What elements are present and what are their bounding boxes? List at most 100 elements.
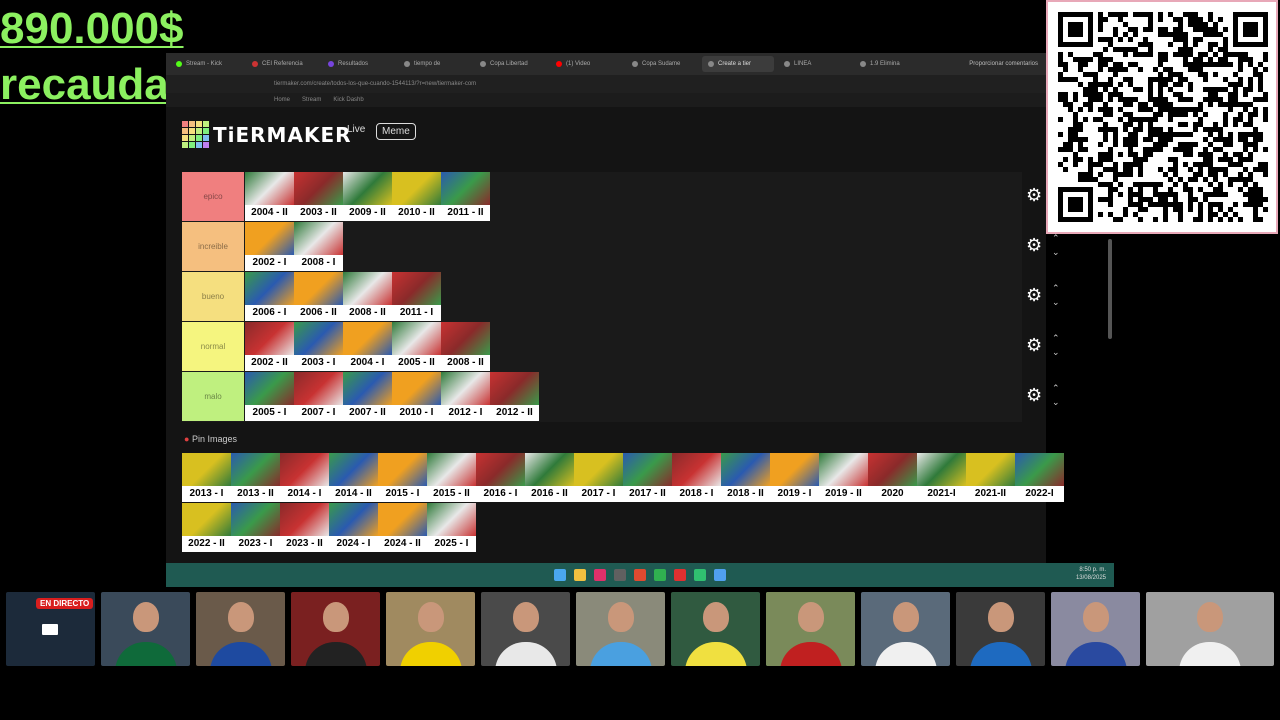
chevron-up-icon[interactable]: ⌃ [1052,334,1060,343]
windows-start-icon[interactable] [554,569,566,581]
tiktok-icon[interactable] [594,569,606,581]
tier-item-card[interactable]: 2005 - II [392,322,441,371]
chevron-up-icon[interactable]: ⌃ [1052,384,1060,393]
tier-item-card[interactable]: 2015 - I [378,453,427,502]
tier-item-card[interactable]: 2022-I [1015,453,1064,502]
webcam-tile[interactable] [671,592,760,666]
tier-item-card[interactable]: 2022 - II [182,503,231,552]
tier-label[interactable]: epico [182,172,244,221]
browser-tab[interactable]: Resultados [322,56,394,72]
tier-label[interactable]: bueno [182,272,244,321]
browser-tab[interactable]: (1) Video [550,56,622,72]
webcam-tile[interactable] [1051,592,1140,666]
file-explorer-icon[interactable] [574,569,586,581]
webcam-tile[interactable] [101,592,190,666]
tier-item-card[interactable]: 2017 - II [623,453,672,502]
pin-images-label[interactable]: ● Pin Images [184,434,237,444]
tier-item-card[interactable]: 2021-II [966,453,1015,502]
tier-item-card[interactable]: 2003 - I [294,322,343,371]
tier-item-card[interactable]: 2023 - II [280,503,329,552]
feedback-button[interactable]: Proporcionar comentarios [969,61,1038,67]
tier-label[interactable]: increible [182,222,244,271]
gear-icon[interactable]: ⚙ [1026,186,1042,204]
tier-item-card[interactable]: 2013 - II [231,453,280,502]
gear-icon[interactable]: ⚙ [1026,286,1042,304]
tier-item-card[interactable]: 2017 - I [574,453,623,502]
tier-item-card[interactable]: 2010 - I [392,372,441,421]
tier-item-card[interactable]: 2014 - I [280,453,329,502]
app-blue-icon[interactable] [714,569,726,581]
tier-item-card[interactable]: 2024 - I [329,503,378,552]
gear-icon[interactable]: ⚙ [1026,236,1042,254]
tier-item-card[interactable]: 2011 - I [392,272,441,321]
tier-item-card[interactable]: 2012 - I [441,372,490,421]
tier-item-card[interactable]: 2016 - I [476,453,525,502]
browser-tab[interactable]: 1.9 Elimina [854,56,926,72]
tier-item-card[interactable]: 2009 - II [343,172,392,221]
tier-item-card[interactable]: 2014 - II [329,453,378,502]
tier-item-card[interactable]: 2016 - II [525,453,574,502]
tier-item-card[interactable]: 2002 - I [245,222,294,271]
webcam-tile[interactable] [576,592,665,666]
bookmark-item[interactable]: Home [274,97,290,103]
webcam-tile[interactable] [291,592,380,666]
tier-item-card[interactable]: 2005 - I [245,372,294,421]
chevron-down-icon[interactable]: ⌄ [1052,298,1060,307]
page-scrollbar[interactable] [1108,239,1112,339]
tier-label[interactable]: malo [182,372,244,421]
tier-item-card[interactable]: 2006 - I [245,272,294,321]
nav-live-link[interactable]: Live [347,124,365,135]
webcam-tile[interactable] [386,592,475,666]
tier-item-card[interactable]: 2025 - I [427,503,476,552]
browser-tab[interactable]: Create a tier [702,56,774,72]
tier-item-card[interactable]: 2004 - II [245,172,294,221]
gear-icon[interactable]: ⚙ [1026,386,1042,404]
tier-item-card[interactable]: 2004 - I [343,322,392,371]
tier-label[interactable]: normal [182,322,244,371]
webcam-tile[interactable] [196,592,285,666]
obs-icon[interactable] [614,569,626,581]
tier-item-card[interactable]: 2007 - II [343,372,392,421]
webcam-tile[interactable] [861,592,950,666]
chevron-down-icon[interactable]: ⌄ [1052,348,1060,357]
tier-item-card[interactable]: 2020 [868,453,917,502]
webcam-tile[interactable] [766,592,855,666]
tier-item-card[interactable]: 2008 - II [343,272,392,321]
tier-item-card[interactable]: 2012 - II [490,372,539,421]
tier-item-card[interactable]: 2002 - II [245,322,294,371]
chevron-down-icon[interactable]: ⌄ [1052,398,1060,407]
bookmark-item[interactable]: Stream [302,97,321,103]
taskbar-clock[interactable]: 8:50 p. m. 13/08/2025 [1076,566,1106,582]
tier-item-card[interactable]: 2024 - II [378,503,427,552]
tier-item-card[interactable]: 2019 - II [819,453,868,502]
address-bar[interactable]: tiermaker.com/create/todos-los-que-cuand… [166,75,1046,93]
webcam-tile[interactable] [1146,592,1274,666]
app-red-icon[interactable] [674,569,686,581]
tier-item-card[interactable]: 2013 - I [182,453,231,502]
browser-tab[interactable]: Copa Libertad [474,56,546,72]
tier-item-card[interactable]: 2018 - II [721,453,770,502]
bookmark-item[interactable]: Kick Dashb [333,97,363,103]
webcam-tile[interactable] [956,592,1045,666]
browser-tab[interactable]: LINEA [778,56,850,72]
nav-meme-link[interactable]: Meme [376,123,416,140]
tier-item-card[interactable]: 2023 - I [231,503,280,552]
tier-item-card[interactable]: 2007 - I [294,372,343,421]
browser-tab[interactable]: CEI Referencia [246,56,318,72]
tier-item-card[interactable]: 2003 - II [294,172,343,221]
tier-item-card[interactable]: 2011 - II [441,172,490,221]
browser-tab[interactable]: Copa Sudame [626,56,698,72]
tier-item-card[interactable]: 2010 - II [392,172,441,221]
chrome-icon[interactable] [634,569,646,581]
tier-item-card[interactable]: 2015 - II [427,453,476,502]
tier-item-card[interactable]: 2021-I [917,453,966,502]
browser-tab[interactable]: tiempo de [398,56,470,72]
tier-item-card[interactable]: 2008 - II [441,322,490,371]
tiermaker-logo[interactable]: TiERMAKER [182,121,352,148]
tier-item-card[interactable]: 2019 - I [770,453,819,502]
tier-item-card[interactable]: 2006 - II [294,272,343,321]
spotify-icon[interactable] [654,569,666,581]
webcam-tile[interactable] [481,592,570,666]
browser-tab[interactable]: Stream - Kick [170,56,242,72]
app-green-icon[interactable] [694,569,706,581]
